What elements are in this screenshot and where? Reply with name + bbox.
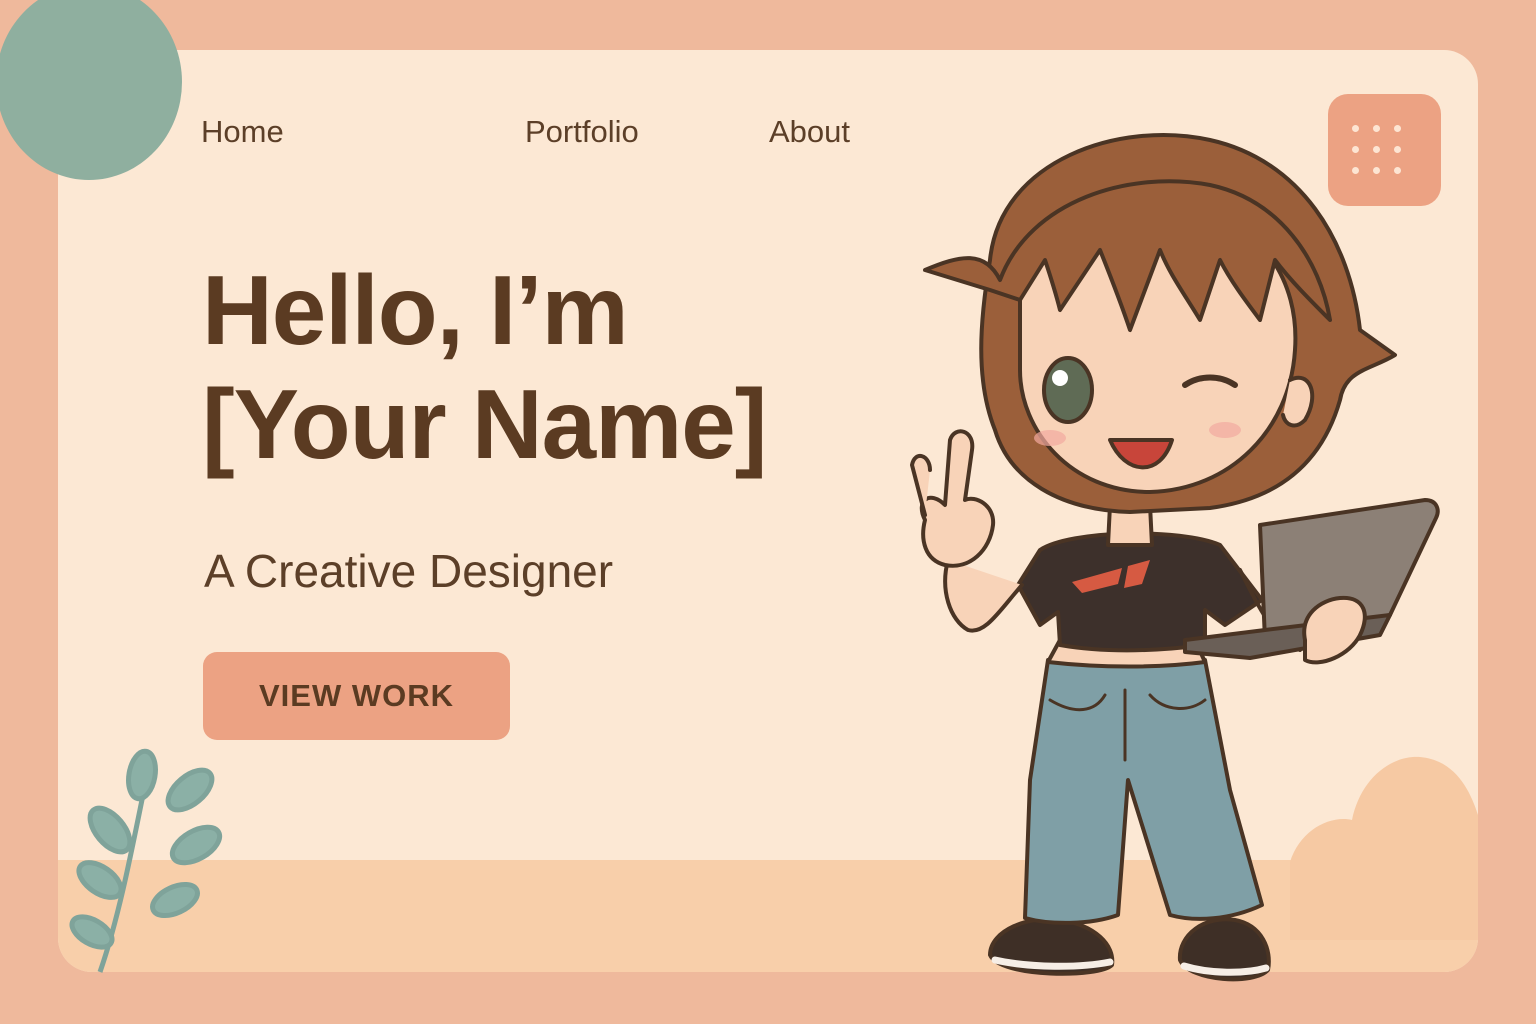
right-hand xyxy=(1302,595,1367,665)
character-illustration xyxy=(910,133,1440,982)
left-arm xyxy=(943,558,1024,633)
open-eye xyxy=(1042,356,1094,424)
shirt xyxy=(1016,531,1264,653)
peace-hand xyxy=(919,429,996,568)
jeans xyxy=(1023,658,1264,925)
page: Home Portfolio About Hello, I’m [Your Na… xyxy=(0,0,1536,1024)
